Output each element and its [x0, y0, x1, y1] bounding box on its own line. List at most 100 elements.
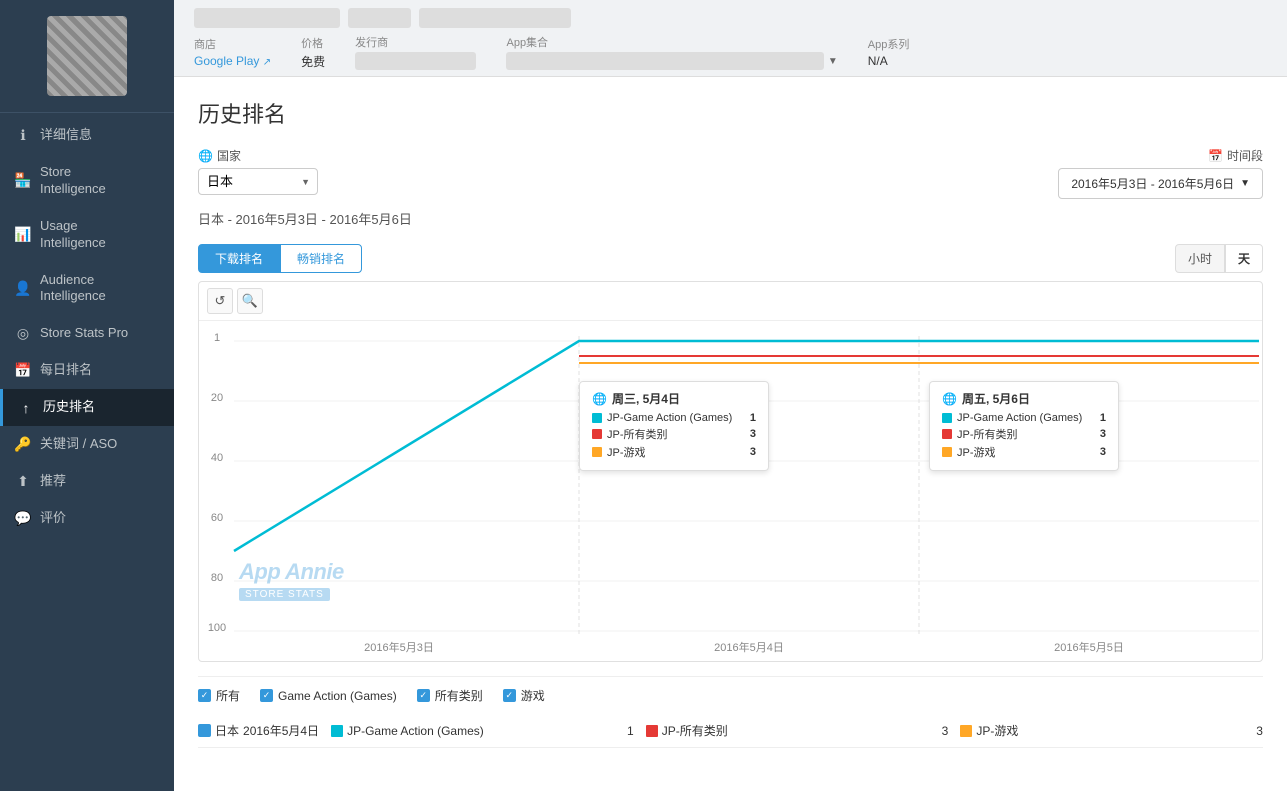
sidebar-item-store-intelligence[interactable]: 🏪 StoreIntelligence	[0, 154, 174, 208]
stats-icon: ◎	[14, 325, 32, 342]
app-series-value: N/A	[868, 54, 910, 68]
tooltip-color-dot-cyan	[592, 413, 602, 423]
country-name: 日本	[215, 722, 239, 739]
legend-checkbox-all-categories[interactable]: ✓	[417, 689, 430, 702]
app-meta-row: 商店 Google Play ↗ 价格 免费 发行商 Pub App集合 Bun…	[194, 34, 1267, 70]
svg-text:2016年5月4日: 2016年5月4日	[714, 640, 784, 654]
sidebar-item-keywords-aso[interactable]: 🔑 关键词 / ASO	[0, 426, 174, 463]
page-title: 历史排名	[198, 97, 1263, 129]
row-dot-orange	[960, 725, 972, 737]
country-select[interactable]: 日本 中国 美国	[198, 168, 318, 195]
tab-bestseller-rank[interactable]: 畅销排名	[280, 244, 362, 273]
app-bundle-label: App集合	[506, 34, 837, 50]
tooltip-right-row-2: JP-所有类别 3	[942, 426, 1106, 442]
legend-checkbox-games[interactable]: ✓	[503, 689, 516, 702]
table-cell-cat3: JP-游戏	[960, 722, 1221, 739]
meta-app-series: App系列 N/A	[868, 36, 910, 68]
divider	[0, 112, 174, 113]
sidebar-item-recommendations[interactable]: ⬆ 推荐	[0, 463, 174, 500]
chart-svg: 1 20 40 60 80 100	[199, 321, 1279, 661]
country-label: 🌐 国家	[198, 147, 318, 164]
app-title-bar: App Name Tag Desc	[194, 8, 1267, 28]
chart-tab-group: 下载排名 畅销排名	[198, 244, 362, 273]
sidebar-item-reviews[interactable]: 💬 评价	[0, 500, 174, 537]
sidebar: ℹ 详细信息 🏪 StoreIntelligence 📊 UsageIntell…	[0, 0, 174, 791]
date-subtitle: 日本 - 2016年5月3日 - 2016年5月6日	[198, 209, 1263, 228]
date-range-button[interactable]: 2016年5月3日 - 2016年5月6日 ▼	[1058, 168, 1263, 199]
store-value[interactable]: Google Play ↗	[194, 54, 271, 68]
sidebar-item-daily-rank[interactable]: 📅 每日排名	[0, 352, 174, 389]
top-bar: App Name Tag Desc 商店 Google Play ↗ 价格 免费…	[174, 0, 1287, 77]
legend-item-game-action[interactable]: ✓ Game Action (Games)	[260, 689, 397, 703]
table-cell-val1: 1	[604, 724, 634, 738]
country-filter-group: 🌐 国家 日本 中国 美国	[198, 147, 318, 195]
cat1-value: 1	[627, 724, 634, 738]
store-label: 商店	[194, 36, 271, 52]
avatar	[47, 16, 127, 96]
time-btn-day[interactable]: 天	[1225, 244, 1263, 273]
recommend-icon: ⬆	[14, 473, 32, 490]
tooltip-left-title: 🌐 周三, 5月4日	[592, 390, 756, 407]
svg-text:100: 100	[208, 622, 226, 634]
sidebar-item-usage-intelligence[interactable]: 📊 UsageIntelligence	[0, 208, 174, 262]
row-date: 2016年5月4日	[243, 722, 319, 739]
chart-reset-btn[interactable]: ↺	[207, 288, 233, 314]
sidebar-item-store-stats-pro[interactable]: ◎ Store Stats Pro	[0, 315, 174, 352]
watermark: App Annie STORE STATS	[239, 559, 344, 601]
chart-zoom-btn[interactable]: 🔍	[237, 288, 263, 314]
calendar-icon: 📅	[14, 362, 32, 379]
sidebar-item-details[interactable]: ℹ 详细信息	[0, 117, 174, 154]
row-checkbox[interactable]	[198, 724, 211, 737]
tooltip-color-dot-orange	[592, 447, 602, 457]
info-icon: ℹ	[14, 127, 32, 144]
daterange-filter-group: 📅 时间段 2016年5月3日 - 2016年5月6日 ▼	[1058, 147, 1263, 199]
bundle-dropdown-icon[interactable]: ▼	[828, 56, 838, 67]
meta-publisher: 发行商 Pub	[355, 34, 476, 70]
watermark-title: App Annie	[239, 559, 344, 585]
tooltip-right-color-dot-cyan	[942, 413, 952, 423]
sidebar-item-label: 详细信息	[40, 127, 92, 144]
chevron-down-icon: ▼	[1240, 178, 1250, 189]
sidebar-item-audience-intelligence[interactable]: 👤 AudienceIntelligence	[0, 262, 174, 316]
sidebar-item-label: UsageIntelligence	[40, 218, 106, 252]
app-desc-blurred: Desc	[419, 8, 571, 28]
sidebar-item-historical-rank[interactable]: ↑ 历史排名 ‹	[0, 389, 174, 426]
publisher-label: 发行商	[355, 34, 476, 50]
sidebar-item-label: Store Stats Pro	[40, 325, 128, 342]
tooltip-right-title: 🌐 周五, 5月6日	[942, 390, 1106, 407]
legend-item-all[interactable]: ✓ 所有	[198, 687, 240, 704]
chart-controls: 下载排名 畅销排名 小时 天	[198, 244, 1263, 273]
svg-text:40: 40	[211, 452, 223, 464]
tooltip-right-globe-icon: 🌐	[942, 392, 957, 406]
cat3-value: 3	[1256, 724, 1263, 738]
legend-item-games[interactable]: ✓ 游戏	[503, 687, 545, 704]
table-cell-val3: 3	[1233, 724, 1263, 738]
table-cell-cat1: JP-Game Action (Games)	[331, 724, 592, 738]
svg-text:80: 80	[211, 572, 223, 584]
sidebar-item-label: 关键词 / ASO	[40, 436, 117, 453]
app-tag-blurred: Tag	[348, 8, 411, 28]
tooltip-globe-icon: 🌐	[592, 392, 607, 406]
daterange-label: 📅 时间段	[1208, 147, 1263, 164]
legend-item-all-categories[interactable]: ✓ 所有类别	[417, 687, 483, 704]
page-content: 历史排名 🌐 国家 日本 中国 美国 📅 时	[174, 77, 1287, 791]
legend-checkbox-all[interactable]: ✓	[198, 689, 211, 702]
app-name-blurred: App Name	[194, 8, 340, 28]
review-icon: 💬	[14, 510, 32, 527]
main-content: App Name Tag Desc 商店 Google Play ↗ 价格 免费…	[174, 0, 1287, 791]
svg-text:2016年5月3日: 2016年5月3日	[364, 640, 434, 654]
tab-download-rank[interactable]: 下载排名	[198, 244, 280, 273]
publisher-value-blurred: Pub	[355, 52, 476, 70]
time-btn-hour[interactable]: 小时	[1175, 244, 1225, 273]
svg-text:20: 20	[211, 392, 223, 404]
table-cell-cat2: JP-所有类别	[646, 722, 907, 739]
meta-price: 价格 免费	[301, 35, 325, 70]
time-toggle-group: 小时 天	[1175, 244, 1263, 273]
usage-icon: 📊	[14, 226, 32, 243]
audience-icon: 👤	[14, 280, 32, 297]
legend-checkbox-game-action[interactable]: ✓	[260, 689, 273, 702]
svg-text:1: 1	[214, 332, 220, 344]
tooltip-color-dot-red	[592, 429, 602, 439]
legend-row: ✓ 所有 ✓ Game Action (Games) ✓ 所有类别 ✓ 游戏	[198, 676, 1263, 714]
svg-text:2016年5月5日: 2016年5月5日	[1054, 640, 1124, 654]
